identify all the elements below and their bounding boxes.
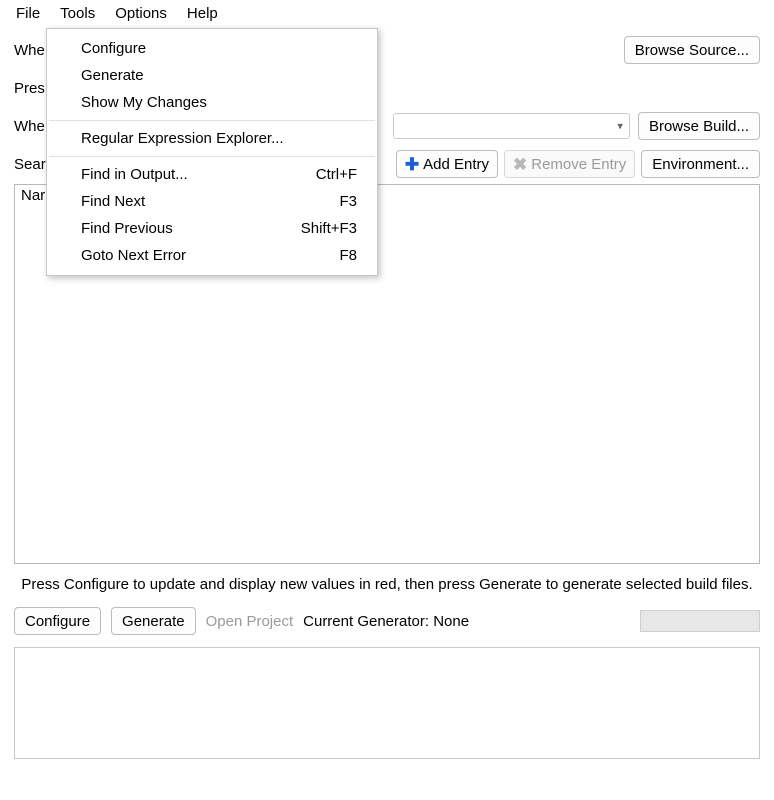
menu-tools[interactable]: Tools	[50, 3, 105, 24]
menu-item-configure[interactable]: Configure	[47, 35, 377, 62]
environment-button[interactable]: Environment...	[641, 150, 760, 178]
menu-separator	[49, 156, 375, 157]
menu-item-shortcut: Shift+F3	[301, 220, 357, 237]
menu-item-label: Find in Output...	[81, 166, 188, 183]
menu-item-regex-explorer[interactable]: Regular Expression Explorer...	[47, 125, 377, 152]
menu-item-generate[interactable]: Generate	[47, 62, 377, 89]
open-project-button: Open Project	[206, 613, 294, 630]
menu-item-label: Find Previous	[81, 220, 173, 237]
label-search: Sear	[14, 156, 46, 173]
tools-menu-dropdown: Configure Generate Show My Changes Regul…	[46, 28, 378, 276]
label-preset: Pres	[14, 80, 45, 97]
menu-item-label: Goto Next Error	[81, 247, 186, 264]
menu-item-show-my-changes[interactable]: Show My Changes	[47, 89, 377, 116]
add-entry-label: Add Entry	[423, 156, 489, 173]
menu-options[interactable]: Options	[105, 3, 177, 24]
menu-item-find-next[interactable]: Find Next F3	[47, 188, 377, 215]
bottom-buttons: Configure Generate Open Project Current …	[0, 601, 774, 641]
menu-item-label: Regular Expression Explorer...	[81, 130, 284, 147]
menu-item-find-in-output[interactable]: Find in Output... Ctrl+F	[47, 161, 377, 188]
chevron-down-icon: ▾	[617, 120, 623, 133]
menu-help[interactable]: Help	[177, 3, 228, 24]
menu-file[interactable]: File	[6, 3, 50, 24]
menu-item-label: Show My Changes	[81, 94, 207, 111]
label-build: Whe	[14, 118, 45, 135]
menu-item-shortcut: F3	[339, 193, 357, 210]
plus-icon: ✚	[405, 156, 419, 173]
menubar: File Tools Options Help	[0, 0, 774, 28]
hint-text: Press Configure to update and display ne…	[0, 568, 774, 601]
configure-button[interactable]: Configure	[14, 607, 101, 635]
remove-entry-button[interactable]: ✖ Remove Entry	[504, 150, 635, 178]
menu-item-label: Configure	[81, 40, 146, 57]
current-generator-label: Current Generator: None	[303, 613, 469, 630]
remove-entry-label: Remove Entry	[531, 156, 626, 173]
browse-build-button[interactable]: Browse Build...	[638, 112, 760, 140]
menu-separator	[49, 120, 375, 121]
generate-button[interactable]: Generate	[111, 607, 196, 635]
menu-item-find-previous[interactable]: Find Previous Shift+F3	[47, 215, 377, 242]
menu-item-label: Generate	[81, 67, 144, 84]
browse-source-button[interactable]: Browse Source...	[624, 36, 760, 64]
cross-icon: ✖	[513, 156, 527, 173]
menu-item-goto-next-error[interactable]: Goto Next Error F8	[47, 242, 377, 269]
build-path-combo[interactable]: ▾	[393, 113, 630, 139]
menu-item-label: Find Next	[81, 193, 145, 210]
menu-item-shortcut: Ctrl+F	[316, 166, 357, 183]
column-name: Nar	[21, 187, 45, 204]
label-source: Whe	[14, 42, 45, 59]
add-entry-button[interactable]: ✚ Add Entry	[396, 150, 498, 178]
output-panel[interactable]	[14, 647, 760, 759]
progress-bar	[640, 610, 760, 632]
menu-item-shortcut: F8	[339, 247, 357, 264]
